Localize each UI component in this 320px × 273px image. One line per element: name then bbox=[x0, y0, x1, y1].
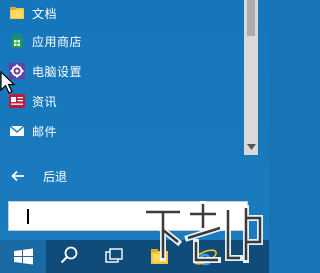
menu-item-label: 资讯 bbox=[32, 94, 58, 109]
back-arrow-icon bbox=[11, 169, 25, 183]
start-menu-panel: 文档 应用商店 电脑设置 资讯 邮件 后退 bbox=[0, 0, 269, 240]
menu-item-pc-settings[interactable]: 电脑设置 bbox=[0, 56, 244, 86]
menu-item-label: 应用商店 bbox=[32, 34, 83, 49]
menu-item-label: 邮件 bbox=[32, 124, 58, 139]
menu-item-documents[interactable]: 文档 bbox=[0, 0, 244, 26]
scroll-down-icon[interactable] bbox=[244, 141, 258, 153]
scrollbar-thumb[interactable] bbox=[247, 0, 255, 36]
back-label: 后退 bbox=[43, 169, 68, 184]
news-icon bbox=[9, 93, 25, 109]
menu-item-store[interactable]: 应用商店 bbox=[0, 26, 244, 56]
back-button[interactable]: 后退 bbox=[0, 162, 244, 190]
mouse-pointer-icon bbox=[0, 70, 16, 95]
folder-icon bbox=[9, 5, 25, 21]
internet-explorer-button[interactable]: e bbox=[182, 240, 228, 273]
search-input[interactable] bbox=[8, 201, 248, 231]
text-caret bbox=[27, 209, 29, 224]
taskbar-search-button[interactable] bbox=[46, 240, 91, 273]
menu-list: 文档 应用商店 电脑设置 资讯 邮件 bbox=[0, 0, 244, 146]
store-icon bbox=[9, 33, 25, 49]
taskbar: e bbox=[0, 240, 269, 273]
file-explorer-button[interactable] bbox=[137, 240, 182, 273]
menu-item-mail[interactable]: 邮件 bbox=[0, 116, 244, 146]
menu-item-label: 电脑设置 bbox=[32, 64, 83, 79]
menu-item-news[interactable]: 资讯 bbox=[0, 86, 244, 116]
mail-icon bbox=[9, 123, 25, 139]
start-button[interactable] bbox=[0, 240, 46, 273]
task-view-button[interactable] bbox=[91, 240, 137, 273]
menu-item-label: 文档 bbox=[32, 6, 58, 21]
scrollbar[interactable] bbox=[244, 0, 258, 155]
